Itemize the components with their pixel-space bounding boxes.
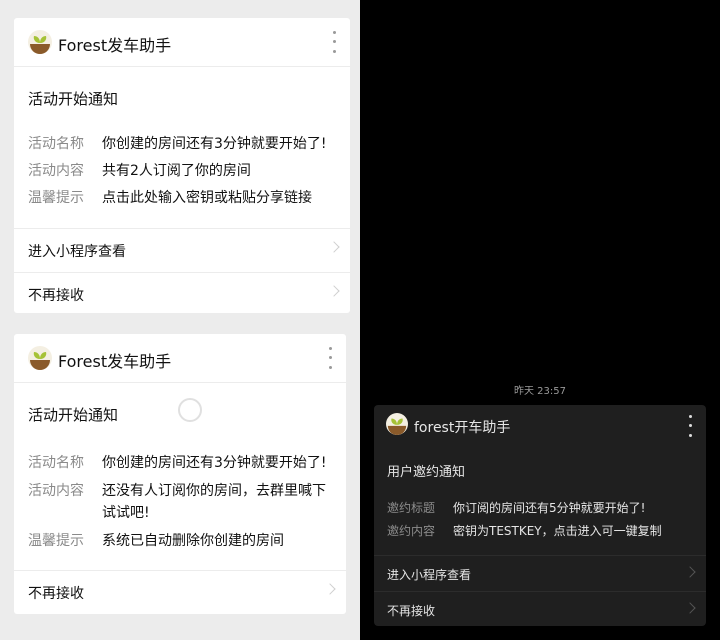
left-panel: Forest发车助手 活动开始通知 活动名称 你创建的房间还有3分钟就要开始了!… xyxy=(0,0,360,640)
open-miniprogram-button[interactable]: 进入小程序查看 xyxy=(14,228,350,273)
action-label: 不再接收 xyxy=(387,604,436,618)
field-row: 活动内容 还没有人订阅你的房间，去群里喊下试试吧! xyxy=(28,480,334,524)
chevron-right-icon xyxy=(324,583,336,595)
forest-logo-icon xyxy=(386,413,408,435)
open-miniprogram-button[interactable]: 进入小程序查看 xyxy=(374,555,706,592)
field-row: 活动名称 你创建的房间还有3分钟就要开始了! xyxy=(28,452,334,474)
notification-card-top: Forest发车助手 活动开始通知 活动名称 你创建的房间还有3分钟就要开始了!… xyxy=(14,18,350,313)
action-label: 进入小程序查看 xyxy=(387,568,472,582)
field-row: 邀约内容 密钥为TESTKEY，点击进入可一键复制 xyxy=(387,520,694,542)
more-vertical-icon[interactable] xyxy=(324,344,336,372)
field-label: 温馨提示 xyxy=(28,190,84,206)
unsubscribe-button[interactable]: 不再接收 xyxy=(14,272,350,317)
field-row[interactable]: 温馨提示 点击此处输入密钥或粘贴分享链接 xyxy=(28,187,338,209)
field-row: 活动内容 共有2人订阅了你的房间 xyxy=(28,160,338,182)
field-value: 还没有人订阅你的房间，去群里喊下试试吧! xyxy=(102,483,326,521)
field-label: 活动内容 xyxy=(28,483,84,499)
action-label: 进入小程序查看 xyxy=(28,244,126,260)
unsubscribe-button[interactable]: 不再接收 xyxy=(374,591,706,628)
field-value: 共有2人订阅了你的房间 xyxy=(102,163,251,179)
notification-card-dark: forest开车助手 用户邀约通知 邀约标题 你订阅的房间还有5分钟就要开始了!… xyxy=(374,405,706,626)
action-label: 不再接收 xyxy=(28,288,84,304)
field-row: 邀约标题 你订阅的房间还有5分钟就要开始了! xyxy=(387,497,694,519)
field-value: 你创建的房间还有3分钟就要开始了! xyxy=(102,136,327,152)
forest-logo-icon xyxy=(28,30,52,54)
field-row: 活动名称 你创建的房间还有3分钟就要开始了! xyxy=(28,133,338,155)
field-row: 温馨提示 系统已自动删除你创建的房间 xyxy=(28,530,334,552)
chevron-right-icon xyxy=(328,285,340,297)
more-vertical-icon[interactable] xyxy=(328,28,340,56)
field-value: 密钥为TESTKEY，点击进入可一键复制 xyxy=(453,524,662,538)
card-header: forest开车助手 xyxy=(374,405,706,445)
card-header: Forest发车助手 xyxy=(14,334,346,383)
message-timestamp: 昨天 23:57 xyxy=(514,386,566,397)
brand-name: forest开车助手 xyxy=(414,420,511,436)
field-value: 系统已自动删除你创建的房间 xyxy=(102,533,284,549)
action-label: 不再接收 xyxy=(28,586,84,602)
chevron-right-icon xyxy=(328,241,340,253)
chevron-right-icon xyxy=(684,602,696,614)
field-value: 你创建的房间还有3分钟就要开始了! xyxy=(102,455,327,471)
notification-card-bottom: Forest发车助手 活动开始通知 活动名称 你创建的房间还有3分钟就要开始了!… xyxy=(14,334,346,614)
field-label: 邀约内容 xyxy=(387,524,436,538)
more-vertical-icon[interactable] xyxy=(684,412,696,440)
chevron-right-icon xyxy=(684,566,696,578)
field-label: 活动名称 xyxy=(28,455,84,471)
field-value[interactable]: 点击此处输入密钥或粘贴分享链接 xyxy=(102,187,338,209)
brand-name: Forest发车助手 xyxy=(58,36,172,55)
field-value: 你订阅的房间还有5分钟就要开始了! xyxy=(453,501,646,515)
field-label: 活动内容 xyxy=(28,163,84,179)
loading-spinner-icon xyxy=(178,398,202,422)
field-label: 温馨提示 xyxy=(28,533,84,549)
card-header: Forest发车助手 xyxy=(14,18,350,67)
notification-title: 用户邀约通知 xyxy=(387,465,466,480)
notification-title: 活动开始通知 xyxy=(28,90,119,108)
unsubscribe-button[interactable]: 不再接收 xyxy=(14,570,346,615)
forest-logo-icon xyxy=(28,346,52,370)
brand-name: Forest发车助手 xyxy=(58,352,172,371)
notification-title: 活动开始通知 xyxy=(28,406,119,424)
field-label: 活动名称 xyxy=(28,136,84,152)
field-label: 邀约标题 xyxy=(387,501,436,515)
